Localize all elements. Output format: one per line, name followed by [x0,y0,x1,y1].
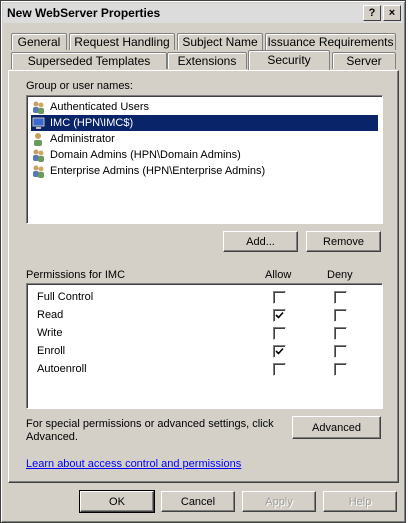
user-name: Authenticated Users [50,101,150,113]
tab-general[interactable]: General [11,33,67,50]
allow-enroll-checkbox[interactable] [273,345,286,358]
permission-name: Autoenroll [37,363,87,375]
permission-name: Read [37,309,64,321]
deny-full-control-checkbox[interactable] [334,291,347,304]
special-permissions-text-2: Advanced. [26,431,78,443]
allow-header: Allow [265,269,292,281]
tab-superseded-templates[interactable]: Superseded Templates [11,52,167,69]
permission-name: Write [37,327,63,339]
allow-write-checkbox[interactable] [273,327,286,340]
tab-security[interactable]: Security [248,50,330,70]
user-icon [34,133,42,146]
ok-button[interactable]: OK [79,490,155,513]
deny-header: Deny [327,269,353,281]
permissions-list: Full Control Read Write Enroll Autoenrol… [26,283,383,409]
checkmark-icon [275,347,284,355]
user-name: Enterprise Admins (HPN\Enterprise Admins… [50,165,266,177]
user-listbox[interactable]: Authenticated Users IMC (HPN\IMC$) Admin… [26,95,383,224]
cancel-button[interactable]: Cancel [161,491,235,512]
permission-name: Enroll [37,345,66,357]
help-button[interactable]: Help [323,491,397,512]
properties-dialog: New WebServer Properties ? × General Req… [0,0,406,523]
deny-read-checkbox[interactable] [334,309,347,322]
remove-button[interactable]: Remove [306,231,381,252]
user-name: Domain Admins (HPN\Domain Admins) [50,149,241,161]
allow-read-checkbox[interactable] [273,309,286,322]
learn-more-link[interactable]: Learn about access control and permissio… [26,458,241,470]
tab-server[interactable]: Server [332,52,396,69]
tab-extensions[interactable]: Extensions [167,52,247,69]
window-title: New WebServer Properties [7,6,161,20]
list-item[interactable]: Authenticated Users [31,99,378,115]
tab-request-handling[interactable]: Request Handling [69,33,175,50]
computer-icon [32,117,45,129]
checkmark-icon [275,311,284,319]
group-icon [33,149,44,162]
apply-button[interactable]: Apply [242,491,316,512]
user-name: Administrator [50,133,115,145]
deny-enroll-checkbox[interactable] [334,345,347,358]
tab-issuance-requirements[interactable]: Issuance Requirements [265,33,396,50]
deny-write-checkbox[interactable] [334,327,347,340]
user-name: IMC (HPN\IMC$) [50,117,134,129]
deny-autoenroll-checkbox[interactable] [334,363,347,376]
list-item[interactable]: IMC (HPN\IMC$) [31,115,378,131]
permission-name: Full Control [37,291,94,303]
list-item[interactable]: Administrator [31,131,378,147]
list-item[interactable]: Domain Admins (HPN\Domain Admins) [31,147,378,163]
list-item[interactable]: Enterprise Admins (HPN\Enterprise Admins… [31,163,378,179]
group-icon [33,165,44,178]
add-button[interactable]: Add... [223,231,298,252]
help-title-button[interactable]: ? [363,5,381,21]
permissions-label: Permissions for IMC [26,269,126,281]
tab-subject-name[interactable]: Subject Name [177,33,263,50]
allow-autoenroll-checkbox[interactable] [273,363,286,376]
allow-full-control-checkbox[interactable] [273,291,286,304]
advanced-button[interactable]: Advanced [292,416,381,439]
group-label: Group or user names: [26,80,133,92]
close-button[interactable]: × [383,5,401,21]
group-icon [33,101,44,114]
special-permissions-text-1: For special permissions or advanced sett… [26,418,274,430]
security-panel: Group or user names: Authenticated Users… [8,70,399,483]
title-bar: New WebServer Properties ? × [3,3,403,23]
